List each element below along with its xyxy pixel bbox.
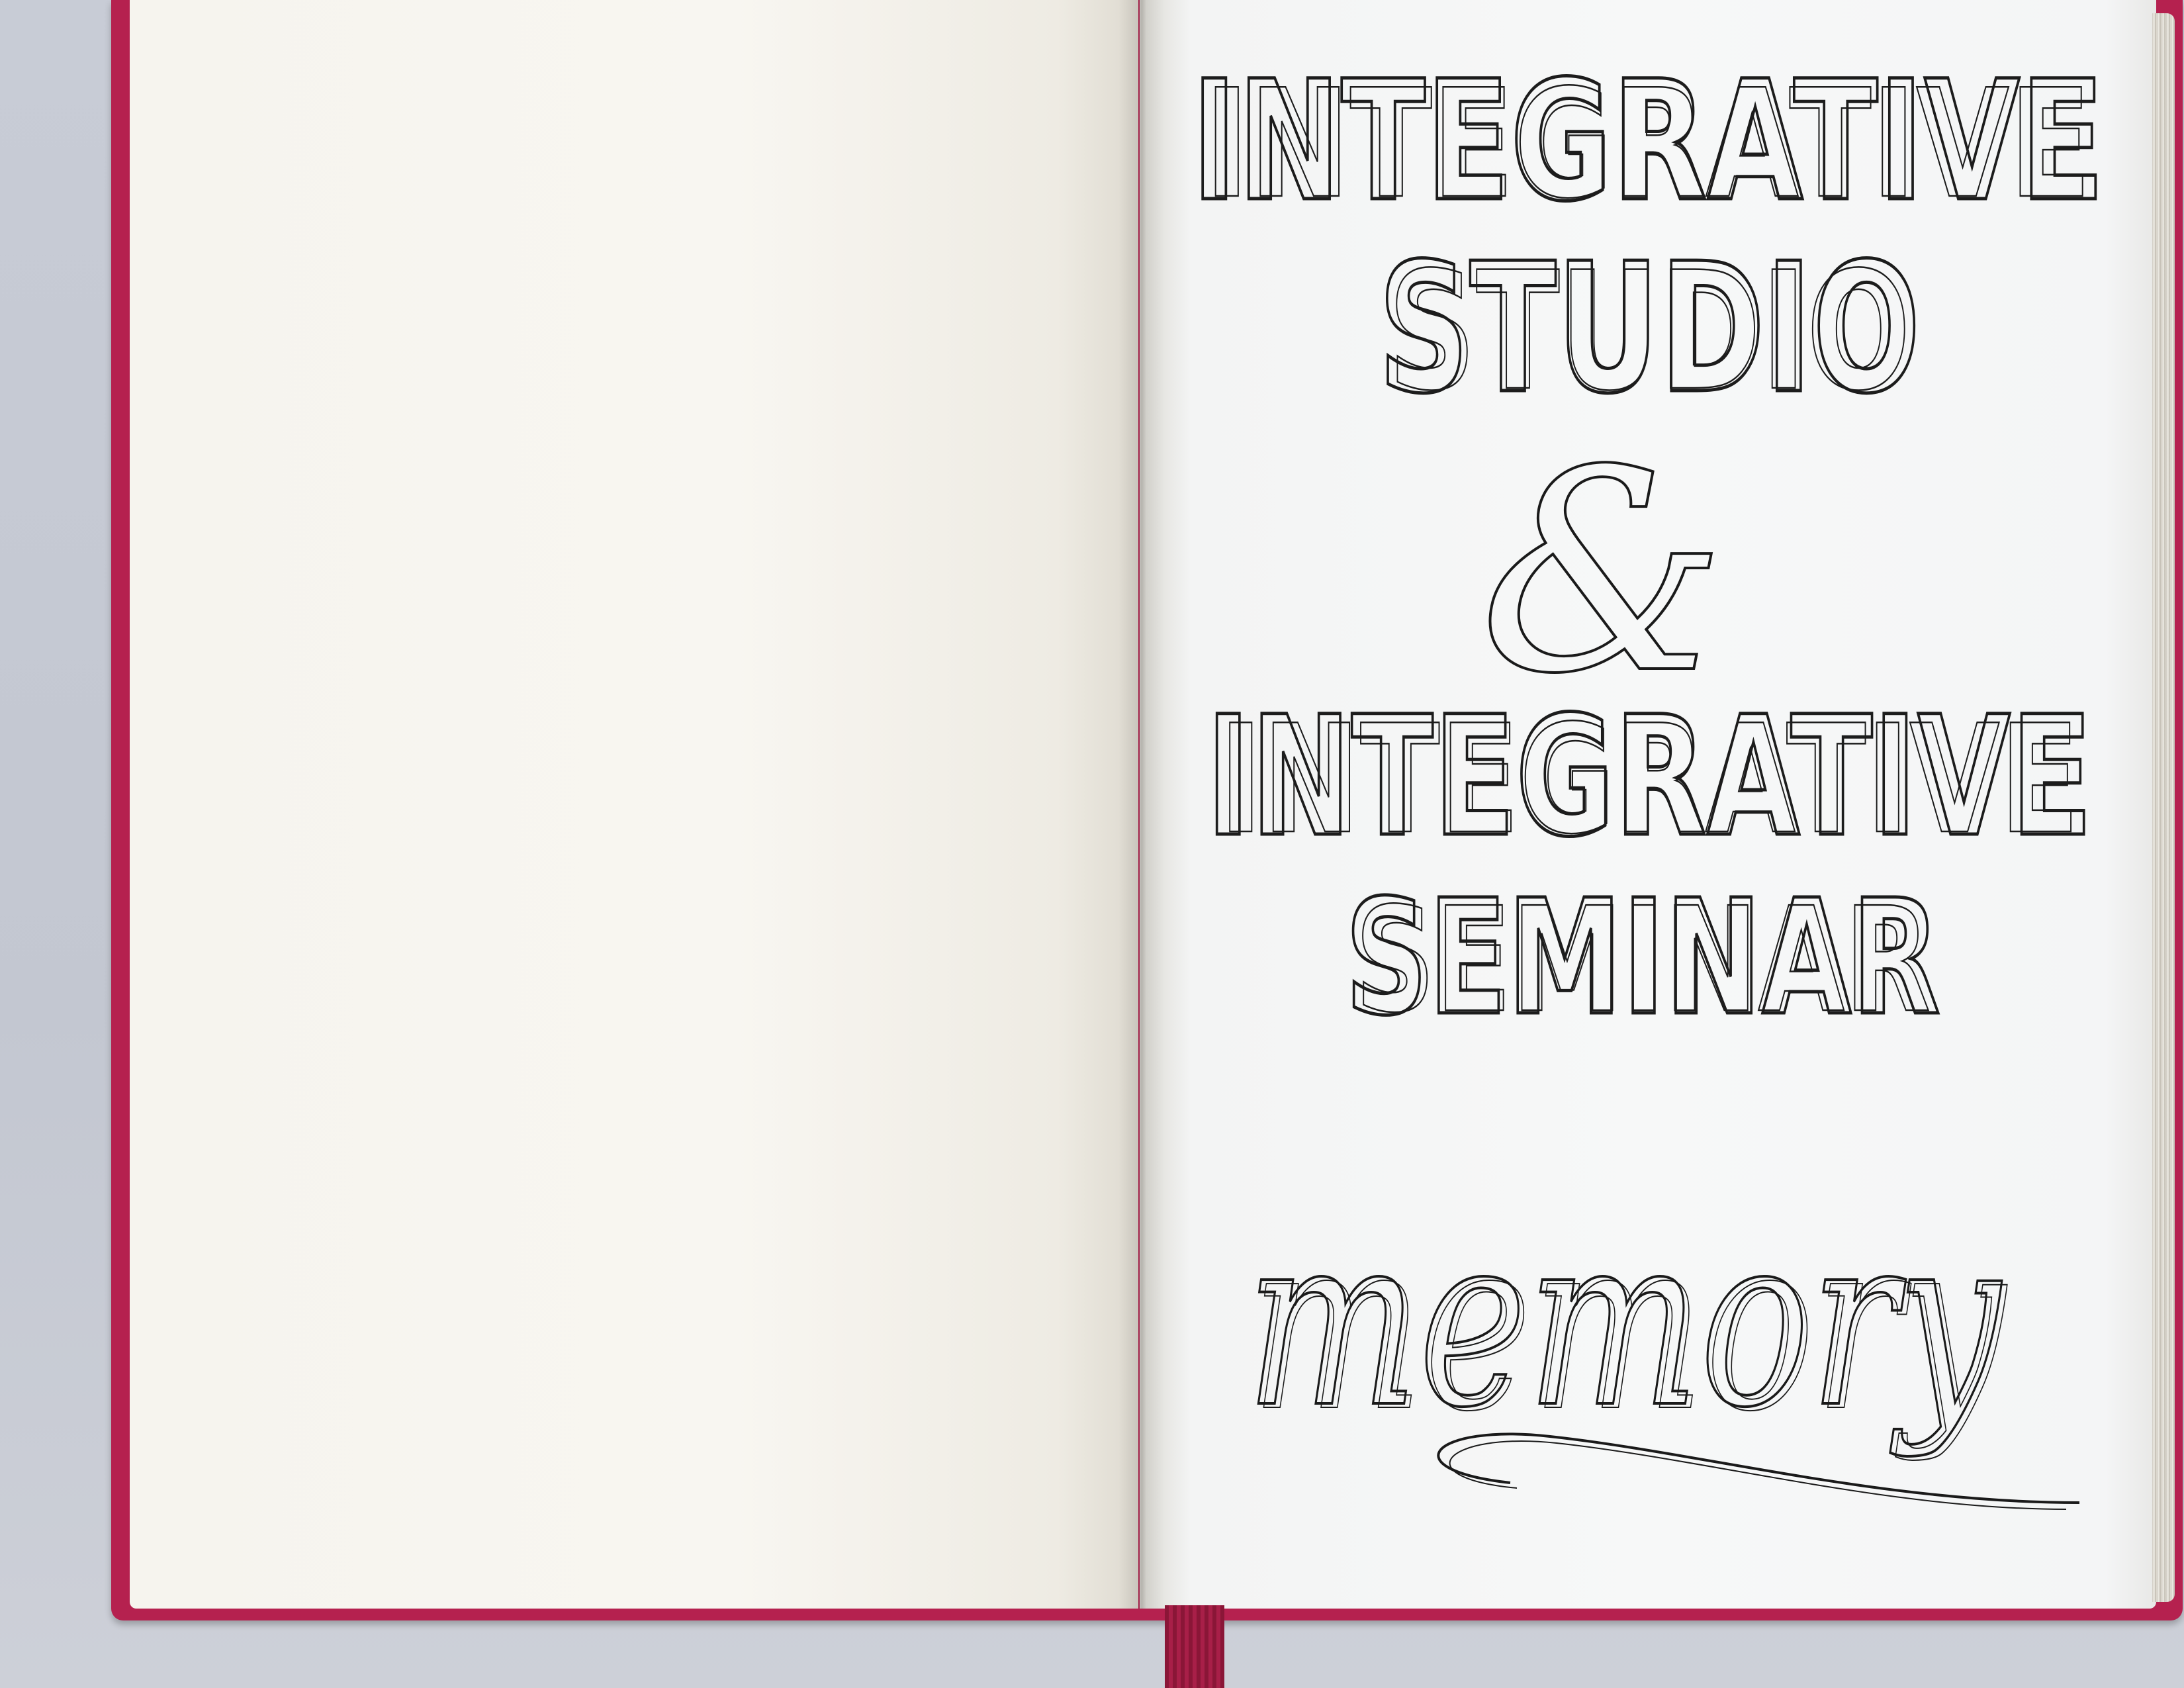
title-seminar-inline: SEMINAR: [1355, 877, 1931, 1045]
hand-lettering: INTEGRATIVE INTEGRATIVE STUDIO STUDIO & …: [1140, 0, 2156, 1609]
lettering-svg: INTEGRATIVE INTEGRATIVE STUDIO STUDIO & …: [1190, 44, 2107, 1510]
title-integrative-top-inline: INTEGRATIVE: [1205, 58, 2091, 232]
title-integrative-bottom-inline: INTEGRATIVE: [1219, 693, 2079, 867]
bookmark-ribbon: [1165, 1605, 1224, 1688]
title-studio-inline: STUDIO: [1388, 238, 1911, 427]
left-blank-page: [130, 0, 1138, 1609]
script-memory-double-stroke: memory: [1251, 1186, 2008, 1464]
